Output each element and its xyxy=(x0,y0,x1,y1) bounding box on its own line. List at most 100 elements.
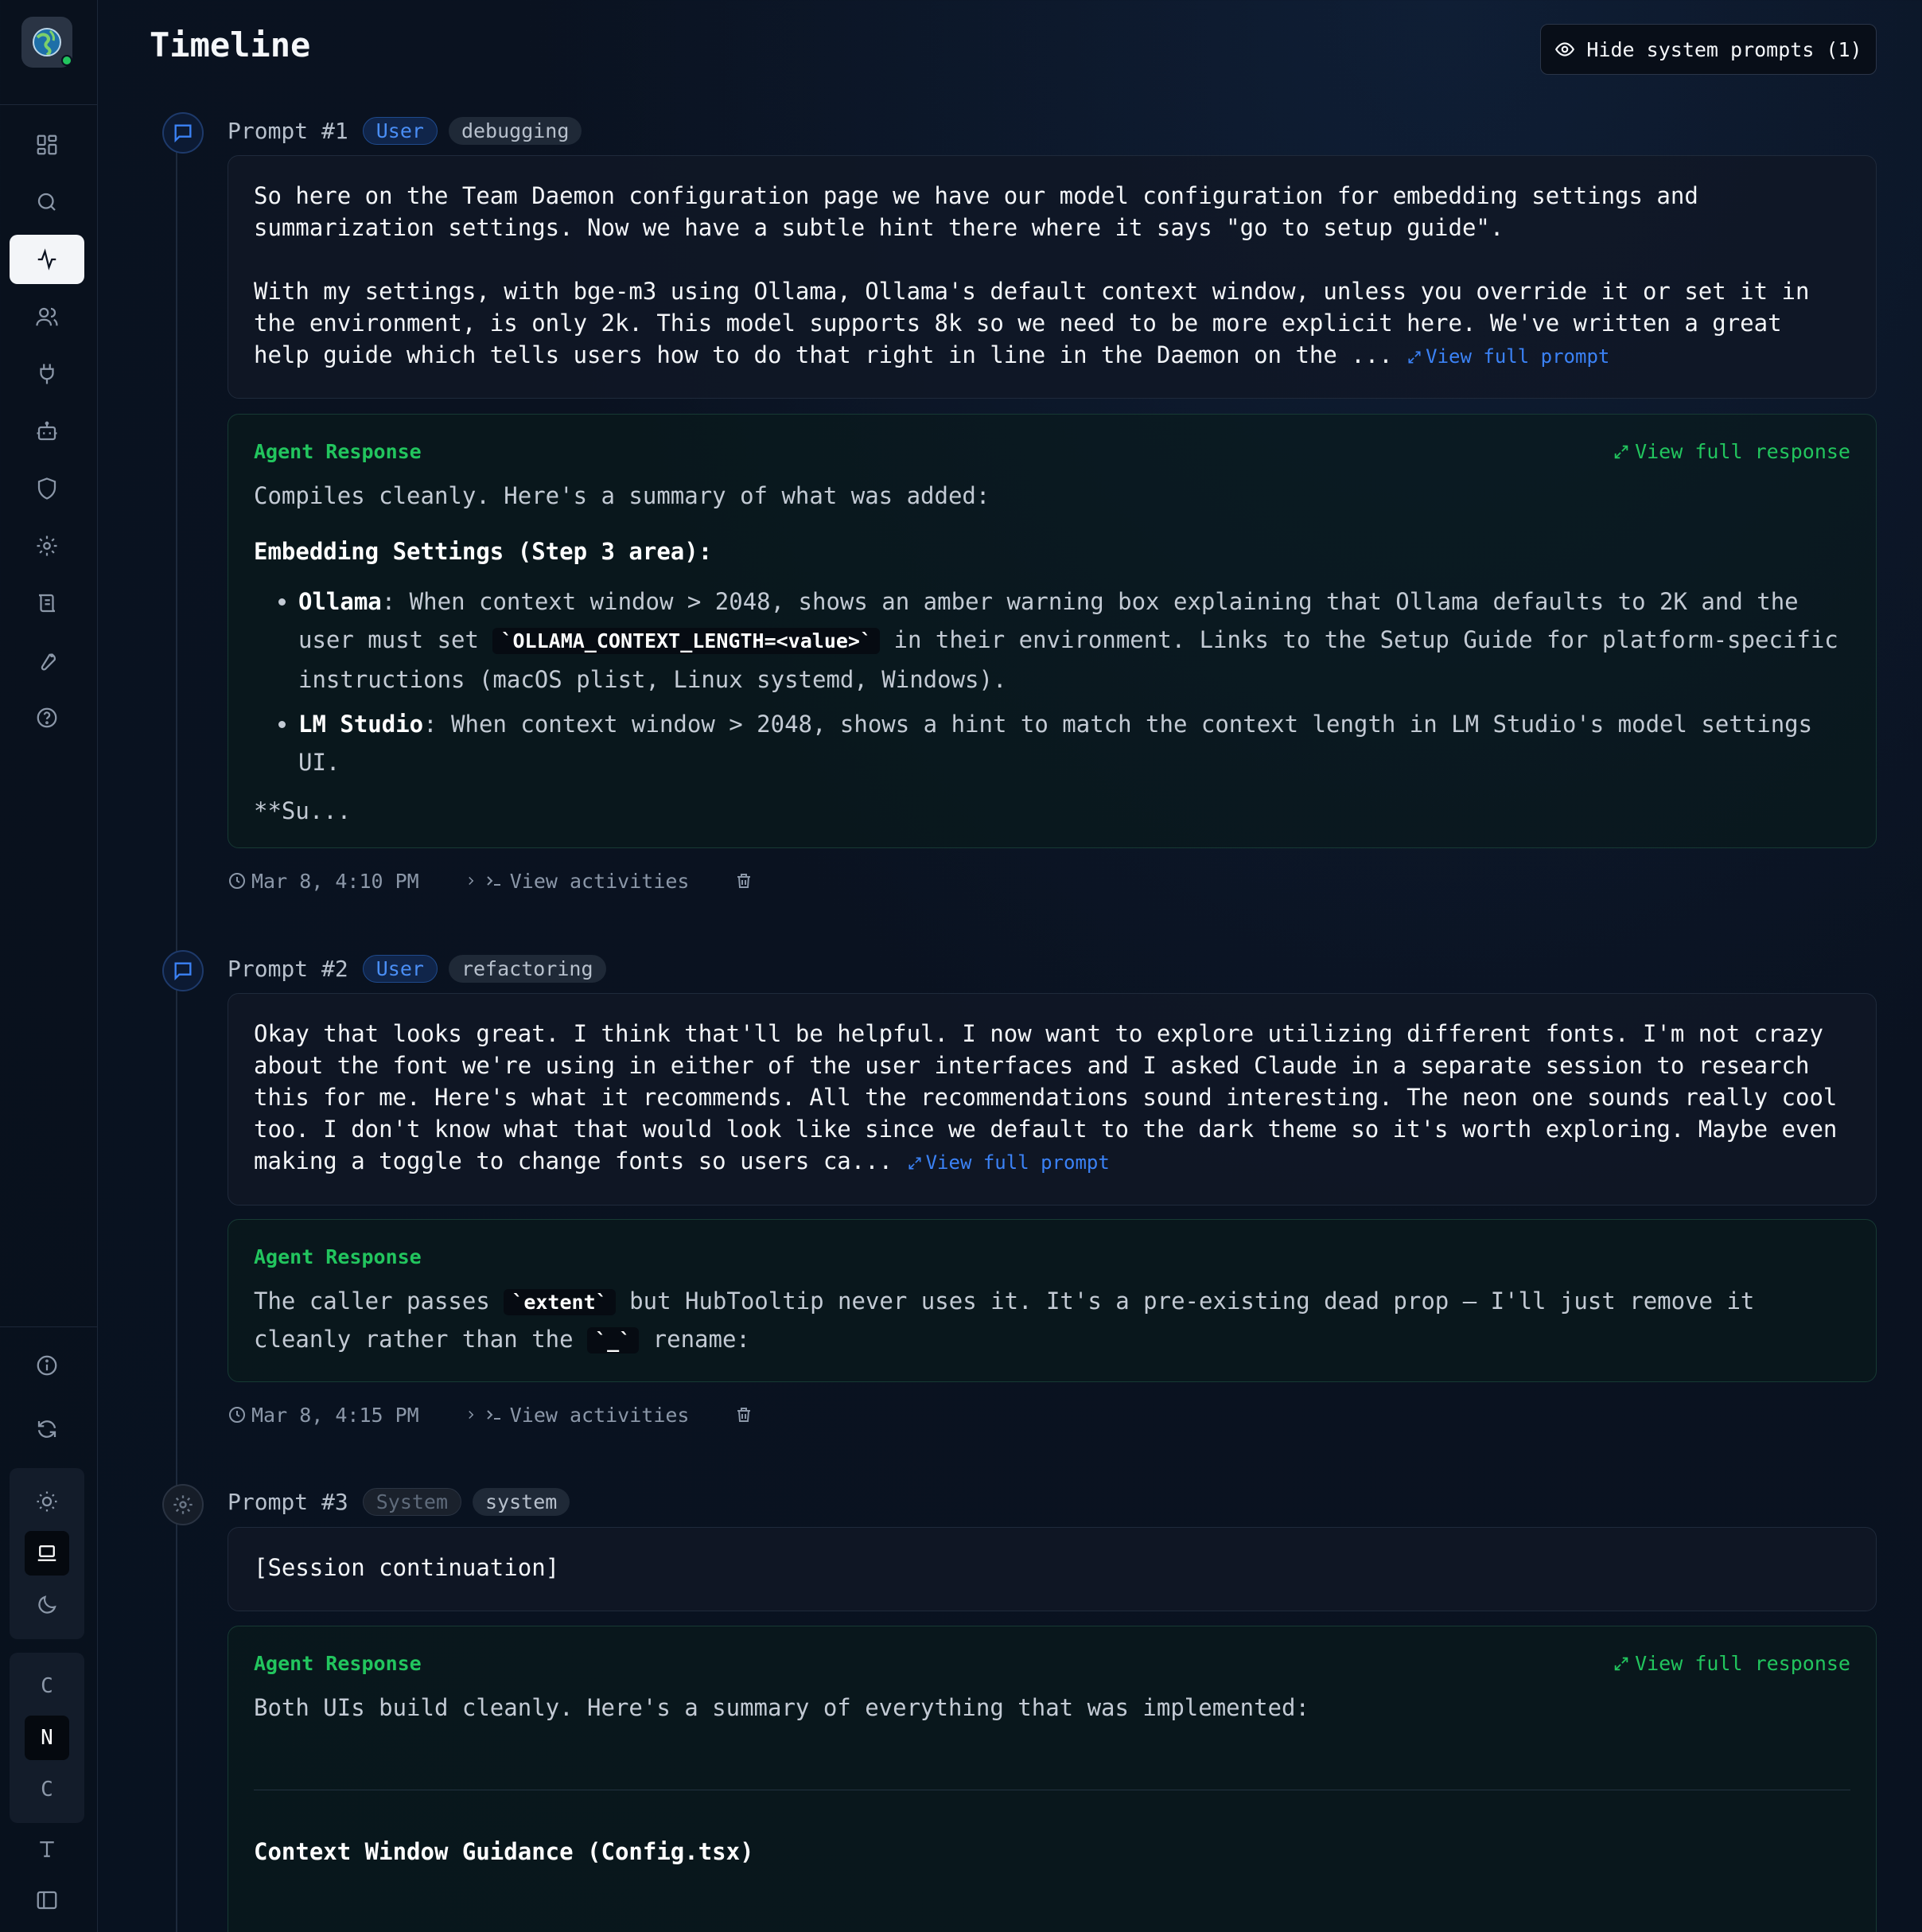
expand-icon xyxy=(1614,1657,1628,1670)
role-badge: User xyxy=(362,116,438,145)
font-switcher: C N C xyxy=(10,1653,84,1823)
font-option-2[interactable]: N xyxy=(25,1716,69,1760)
font-option-1[interactable]: C xyxy=(25,1664,69,1708)
nav-typography[interactable] xyxy=(10,1825,84,1874)
trash-icon xyxy=(737,874,750,888)
view-activities-button[interactable]: View activities xyxy=(464,1404,690,1427)
sidebar-toggle-icon xyxy=(37,1891,57,1910)
response-trailing: **Su... xyxy=(254,797,352,824)
tag-badge: system xyxy=(473,1487,570,1516)
response-intro: Both UIs build cleanly. Here's a summary… xyxy=(254,1694,1309,1721)
clock-icon xyxy=(229,1407,245,1423)
expand-icon xyxy=(1614,445,1628,458)
users-icon xyxy=(36,307,58,326)
delete-button[interactable] xyxy=(734,871,753,890)
nav-search[interactable] xyxy=(10,177,84,227)
delete-button[interactable] xyxy=(734,1405,753,1424)
timeline-line xyxy=(176,135,177,1932)
agent-response-label: Agent Response xyxy=(254,1652,422,1675)
trash-icon xyxy=(737,1408,750,1422)
bot-icon xyxy=(37,421,57,441)
dashboard-icon xyxy=(37,134,57,155)
nav-users[interactable] xyxy=(10,292,84,341)
expand-icon xyxy=(908,1157,921,1170)
prompt-box: So here on the Team Daemon configuration… xyxy=(228,155,1877,399)
response-intro: Compiles cleanly. Here's a summary of wh… xyxy=(254,482,990,509)
expand-icon xyxy=(1408,351,1421,364)
nav-dashboard[interactable] xyxy=(10,120,84,169)
font-option-3[interactable]: C xyxy=(25,1767,69,1812)
prompt-text: [Session continuation] xyxy=(254,1554,560,1581)
terminal-icon xyxy=(487,1410,500,1420)
prompt-number: Prompt #1 xyxy=(228,117,348,144)
logs-icon xyxy=(38,594,56,613)
nav-integrations[interactable] xyxy=(10,349,84,399)
list-item: LM Studio: When context window > 2048, s… xyxy=(298,705,1850,781)
chevron-right-icon xyxy=(468,1410,474,1420)
view-full-response-link[interactable]: View full response xyxy=(1613,1652,1850,1675)
response-heading: Embedding Settings (Step 3 area): xyxy=(254,538,713,565)
prompt-number: Prompt #2 xyxy=(228,955,348,982)
view-full-prompt-link[interactable]: View full prompt xyxy=(907,1151,1110,1174)
theme-system-button[interactable] xyxy=(25,1531,69,1576)
nav-activity[interactable] xyxy=(10,235,84,284)
gear-icon xyxy=(37,536,57,556)
info-icon xyxy=(37,1355,57,1376)
gear-icon xyxy=(173,1495,193,1514)
agent-response-box: Agent Response View full response Compil… xyxy=(228,414,1877,848)
nav-logs[interactable] xyxy=(10,578,84,628)
nav-toggle-sidebar[interactable] xyxy=(10,1876,84,1925)
help-icon xyxy=(37,707,57,728)
laptop-icon xyxy=(37,1545,56,1561)
prompt-meta: Mar 8, 4:10 PM View activities xyxy=(228,867,753,895)
search-icon xyxy=(37,193,56,211)
role-badge: User xyxy=(362,954,438,983)
wrench-icon xyxy=(41,653,56,671)
theme-dark-button[interactable] xyxy=(25,1583,69,1627)
prompt-text: So here on the Team Daemon configuration… xyxy=(254,182,1713,241)
nav-help[interactable] xyxy=(10,693,84,742)
nav-refresh[interactable] xyxy=(10,1404,84,1454)
nav-agents[interactable] xyxy=(10,407,84,456)
agent-response-box: Agent Response View full response Both U… xyxy=(228,1626,1877,1932)
role-badge: System xyxy=(362,1487,462,1516)
tag-badge: refactoring xyxy=(448,954,606,983)
nav-info[interactable] xyxy=(10,1341,84,1390)
view-activities-button[interactable]: View activities xyxy=(464,870,690,893)
prompt-header: Prompt #1 User debugging xyxy=(228,115,582,146)
activity-icon xyxy=(37,248,56,271)
view-full-prompt-link[interactable]: View full prompt xyxy=(1406,345,1609,368)
sun-icon xyxy=(37,1491,57,1512)
type-icon xyxy=(40,1841,54,1857)
prompt-marker-system xyxy=(162,1484,204,1525)
nav-tools[interactable] xyxy=(10,636,84,685)
sidebar: C N C xyxy=(0,0,98,1932)
prompt-box: [Session continuation] xyxy=(228,1527,1877,1611)
message-icon xyxy=(174,124,192,143)
hide-system-prompts-button[interactable]: Hide system prompts (1) xyxy=(1540,24,1877,75)
nav-settings[interactable] xyxy=(10,521,84,571)
response-text: The caller passes `extent` but HubToolti… xyxy=(254,1287,1755,1354)
prompt-text: With my settings, with bge-m3 using Olla… xyxy=(254,278,1823,368)
view-full-response-link[interactable]: View full response xyxy=(1613,440,1850,463)
response-heading: Context Window Guidance (Config.tsx) xyxy=(254,1838,754,1865)
eye-icon xyxy=(1555,42,1575,56)
list-item: Ollama: When context window > 2048, show… xyxy=(298,582,1850,699)
message-icon xyxy=(174,962,192,981)
response-list: Ollama: When context window > 2048, show… xyxy=(254,582,1850,781)
clock-icon xyxy=(229,873,245,889)
theme-light-button[interactable] xyxy=(25,1479,69,1524)
shield-icon xyxy=(37,477,56,500)
theme-switcher xyxy=(10,1468,84,1639)
page-title: Timeline xyxy=(150,25,311,64)
prompt-number: Prompt #3 xyxy=(228,1488,348,1515)
refresh-icon xyxy=(37,1420,56,1438)
moon-icon xyxy=(38,1595,56,1614)
prompt-marker-user xyxy=(162,112,204,154)
hide-system-prompts-label: Hide system prompts (1) xyxy=(1586,37,1862,61)
prompt-meta: Mar 8, 4:15 PM View activities xyxy=(228,1400,753,1429)
prompt-marker-user xyxy=(162,950,204,991)
nav-security[interactable] xyxy=(10,464,84,513)
tag-badge: debugging xyxy=(448,116,582,145)
prompt-header: Prompt #2 User refactoring xyxy=(228,952,606,984)
